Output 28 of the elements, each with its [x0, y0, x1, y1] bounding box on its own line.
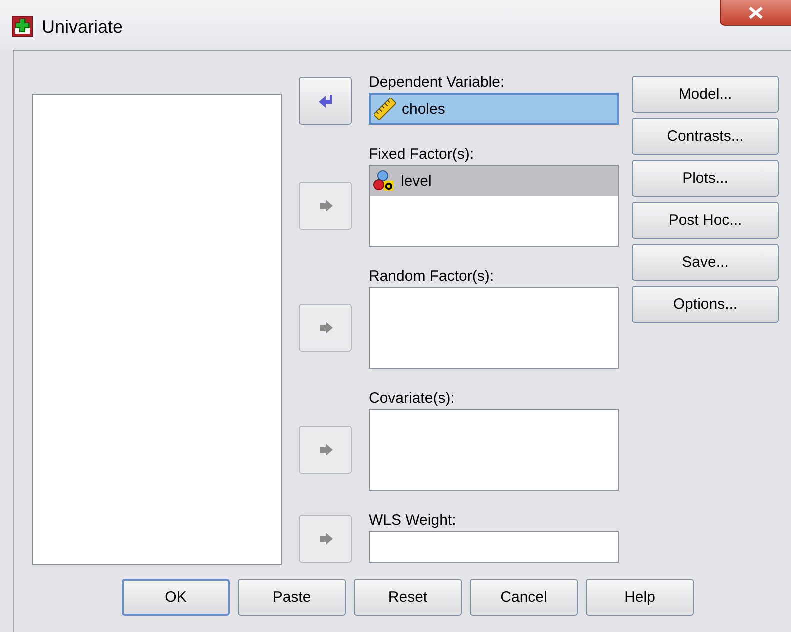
variable-listbox[interactable]: [369, 409, 619, 491]
app-icon: [12, 16, 33, 37]
variable-listbox[interactable]: [369, 287, 619, 369]
dialog-button[interactable]: Post Hoc...: [632, 202, 779, 239]
dialog-button[interactable]: Paste: [238, 579, 346, 616]
dialog-button[interactable]: OK: [122, 579, 230, 616]
dialog-button[interactable]: Options...: [632, 286, 779, 323]
dialog-button[interactable]: Contrasts...: [632, 118, 779, 155]
move-arrow-button[interactable]: [299, 77, 352, 125]
field-label: Random Factor(s):: [369, 268, 496, 287]
variable-item[interactable]: level: [370, 166, 618, 196]
nominal-variable-icon: [373, 170, 395, 192]
window-title: Univariate: [42, 16, 124, 38]
dialog-button[interactable]: Model...: [632, 76, 779, 113]
field-label: WLS Weight:: [369, 512, 458, 531]
dialog-button[interactable]: Reset: [354, 579, 462, 616]
close-button[interactable]: [720, 0, 791, 26]
variable-field[interactable]: [369, 531, 619, 563]
dialog-button[interactable]: Help: [586, 579, 694, 616]
variable-listbox[interactable]: level: [369, 165, 619, 247]
close-icon: [747, 6, 765, 20]
dialog-button[interactable]: Save...: [632, 244, 779, 281]
field-label: Dependent Variable:: [369, 74, 506, 93]
ruler-icon: [374, 98, 396, 120]
field-label: Covariate(s):: [369, 390, 456, 409]
dialog-button[interactable]: Cancel: [470, 579, 578, 616]
field-label: Fixed Factor(s):: [369, 146, 476, 165]
dialog-button[interactable]: Plots...: [632, 160, 779, 197]
